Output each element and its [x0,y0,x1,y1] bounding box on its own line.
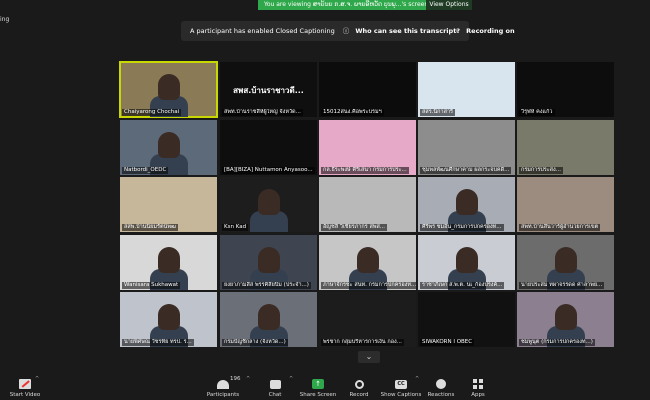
participant-name: สพท.บ้านราชสีห์ผู้ใหญ่ จังหวัด... [222,109,303,116]
participant-tile[interactable]: 15012สนง.คือพระบรมฯ [319,62,416,117]
participant-video-head [456,247,478,273]
screen-share-text: You are viewing ສາຍ້ນຍ ກ.ສ.ຈ. ພາຍອີຫວັດ … [264,1,429,8]
participant-name: 15012สนง.คือพระบรมฯ [321,109,384,116]
chat-label: Chat [268,392,282,398]
start-video-button[interactable]: Start Video [0,379,50,398]
participant-video-head [456,189,478,215]
participant-tile[interactable]: กรมบัญชีกลาง (จังหวัด...) [220,292,317,347]
participant-tile[interactable]: นายพิศษณ วัชรทิย ทรป. ร... [120,292,217,347]
participant-name: อัญชลี วิเชียรภากร สพส... [321,224,388,231]
participant-tile[interactable]: ศิริพร ชมอิน_กรมการปกครองท... [418,177,515,232]
participant-name: พรชาก กลุ่มบริหารการเงิน กอง... [321,339,404,346]
reactions-icon [436,379,446,389]
participant-name: Chaiyarong Chochai [122,109,182,116]
participant-name: วิรุฬห์ คงแก้ว [519,109,555,116]
apps-button[interactable]: Apps [453,379,503,398]
participant-video-head [158,247,180,273]
participant-name: [BA][BIZA] Nuttamon Anyasoo... [222,167,315,174]
apps-label: Apps [471,392,485,398]
participant-video-head [555,247,577,273]
participant-video-head [258,304,280,330]
video-menu-caret-icon[interactable]: ^ [35,376,39,382]
participant-tile[interactable]: ยงยาภามสิส พรรคิสิยบิม (ประจำ...) [220,235,317,290]
participant-video-head [258,247,280,273]
participant-name: ชมพูนุต (กรมการปกครองท...) [519,339,595,346]
cc-question-link[interactable]: Who can see this transcript? [355,27,460,35]
participant-tile[interactable]: ชมพูนุต (กรมการปกครองท...) [517,292,614,347]
participant-tile[interactable]: สพท.บ้านสิ้นวาร์ผู้อำนวยการเขต [517,177,614,232]
truncated-status-text: ing [0,16,10,23]
participant-tile[interactable]: [BA][BIZA] Nuttamon Anyasoo... [220,120,317,175]
participant-tile[interactable]: ราชาภิเษก ส.พ.ต. นเ_ก้องปรงค์... [418,235,515,290]
chat-icon [269,380,281,389]
apps-icon [473,379,483,389]
participant-name: นายประสม ทผาจรรดด ศาลาพย... [519,282,605,289]
participant-tile[interactable]: สสร.นิกาสารี [418,62,515,117]
participant-tile[interactable]: กล.ธีระพงษ์ คีรีเสนา กรมการประ... [319,120,416,175]
participant-tile[interactable]: SIWAKORN I OBEC [418,292,515,347]
participant-name: สสพ.บ้านนิยมรัตน์พฒ [122,224,178,231]
participant-tile[interactable]: นายประสม ทผาจรรดด ศาลาพย... [517,235,614,290]
participant-video-head [158,74,180,100]
participant-name: สสร.นิกาสารี [420,109,455,116]
participant-video-head [357,247,379,273]
reactions-label: Reactions [427,392,455,398]
record-label: Record [349,392,369,398]
recording-status: Recording on [466,27,515,35]
record-icon [354,380,364,389]
participant-name: กรมการประสง... [519,167,563,174]
participant-name: SIWAKORN I OBEC [420,339,475,346]
participant-tile[interactable]: พรชาก กลุ่มบริหารการเงิน กอง... [319,292,416,347]
participant-tile[interactable]: Ksn Kad [220,177,317,232]
participant-display-text: สพส.บ้านราชาวดี... [233,86,304,95]
participant-tile[interactable]: ภาษาจักรชะ สนท. กรมการปกครองท... [319,235,416,290]
participant-video-head [258,189,280,215]
closed-caption-banner: A participant has enabled Closed Caption… [181,21,515,41]
participant-tile[interactable]: กรมการประสง... [517,120,614,175]
participant-tile[interactable]: Wanisara Sukhawat [120,235,217,290]
participant-tile[interactable]: อัญชลี วิเชียรภากร สพส... [319,177,416,232]
cc-message: A participant has enabled Closed Caption… [190,27,335,35]
share-screen-label: Share Screen [299,392,337,398]
share-screen-icon: ↑ [312,379,324,389]
video-off-icon [19,379,31,389]
participants-count: 196 [230,376,241,382]
chevron-down-icon[interactable]: ⌄ [358,351,380,363]
gallery-view: Chaiyarong Chochai สพส.บ้านราชาวดี... สพท.… [119,61,616,350]
participant-name: กล.ธีระพงษ์ คีรีเสนา กรมการประ... [321,167,409,174]
view-options-label: View Options [429,1,469,8]
cc-info-icon: ⓘ [342,27,350,35]
participant-tile[interactable]: สสพ.บ้านนิยมรัตน์พฒ [120,177,217,232]
participant-name: ยงยาภามสิส พรรคิสิยบิม (ประจำ...) [222,282,311,289]
participant-tile[interactable]: ชุมพลพัฒนศึกษาคาม ผลกระจบคดี... [418,120,515,175]
meeting-toolbar: Start Video ^ Participants 196 ^ Chat ^ … [0,372,650,400]
captions-icon: CC [395,380,407,389]
participant-name: สพท.บ้านสิ้นวาร์ผู้อำนวยการเขต [519,224,601,231]
participant-video-head [158,304,180,330]
participants-label: Participants [206,392,240,398]
participant-name: นายพิศษณ วัชรทิย ทรป. ร... [122,339,194,346]
view-options-button[interactable]: View Options [426,0,472,10]
participant-tile[interactable]: สพส.บ้านราชาวดี... สพท.บ้านราชสีห์ผู้ใหญ่… [220,62,317,117]
participant-tile[interactable]: Chaiyarong Chochai [119,61,218,118]
participant-name: Ksn Kad [222,224,249,231]
participant-video-head [158,132,180,158]
participant-name: ภาษาจักรชะ สนท. กรมการปกครองท... [321,282,416,289]
participant-name: ราชาภิเษก ส.พ.ต. นเ_ก้องปรงค์... [420,282,505,289]
start-video-label: Start Video [9,392,41,398]
participants-icon [217,380,229,389]
close-icon[interactable]: × [455,21,460,41]
participant-name: Natbordi_OEDC [122,167,169,174]
participant-name: ศิริพร ชมอิน_กรมการปกครองท... [420,224,504,231]
participants-button[interactable]: Participants [198,380,248,398]
participant-name: Wanisara Sukhawat [122,282,181,289]
participant-video-head [555,304,577,330]
participant-name: กรมบัญชีกลาง (จังหวัด...) [222,339,288,346]
participant-name: ชุมพลพัฒนศึกษาคาม ผลกระจบคดี... [420,167,512,174]
participant-tile[interactable]: วิรุฬห์ คงแก้ว [517,62,614,117]
participant-tile[interactable]: Natbordi_OEDC [120,120,217,175]
